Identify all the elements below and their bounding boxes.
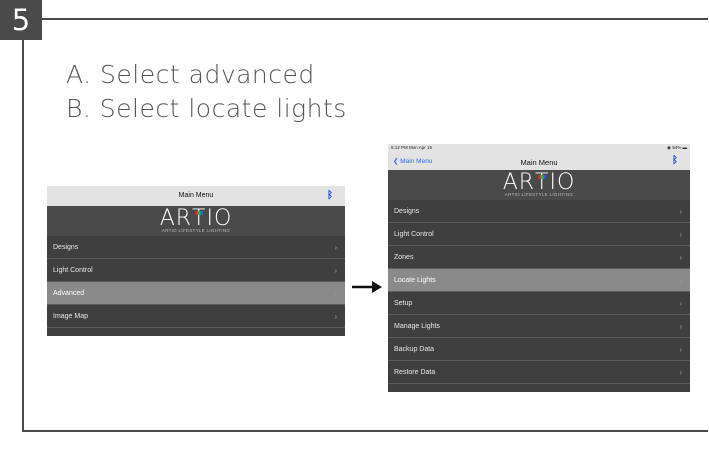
menu-item[interactable]: Zones › xyxy=(388,246,690,269)
artio-logo: ARTIO ARTIO LIFESTYLE LIGHTING xyxy=(388,170,690,200)
nav-bar: Main Menu ᛒ xyxy=(47,186,345,206)
menu-item-label: Designs xyxy=(53,244,79,251)
chevron-right-icon: › xyxy=(679,322,682,331)
menu-item[interactable]: Advanced › xyxy=(47,282,345,305)
bluetooth-icon[interactable]: ᛒ xyxy=(672,155,678,166)
right-screenshot: 5:12 PM Mon Apr 15 ◉ 94% ▬ ❮ Main Menu M… xyxy=(388,144,690,392)
menu-item-label: Zones xyxy=(394,254,414,261)
chevron-right-icon: › xyxy=(679,299,682,308)
menu-item-label: Image Map xyxy=(53,313,89,320)
chevron-right-icon: › xyxy=(334,266,337,275)
instruction-b: B. Select locate lights xyxy=(66,94,347,123)
menu-item[interactable]: Designs › xyxy=(388,200,690,223)
menu-item-label: Designs xyxy=(394,208,420,215)
menu-item-label: Light Control xyxy=(53,267,93,274)
menu-item[interactable]: Setup › xyxy=(388,292,690,315)
chevron-right-icon: › xyxy=(679,253,682,262)
left-screenshot: Main Menu ᛒ ARTIO ARTIO LIFESTYLE LIGHTI… xyxy=(47,186,345,336)
step-number-badge: 5 xyxy=(0,0,42,40)
menu-item[interactable]: Light Control › xyxy=(47,259,345,282)
menu-item[interactable]: Image Map › xyxy=(47,305,345,328)
chevron-right-icon: › xyxy=(334,289,337,298)
instruction-a: A. Select advanced xyxy=(66,60,315,89)
menu-item-label: Locate Lights xyxy=(394,277,436,284)
menu-item-label: Advanced xyxy=(53,290,85,297)
chevron-right-icon: › xyxy=(334,312,337,321)
chevron-right-icon: › xyxy=(679,207,682,216)
menu-item-label: Setup xyxy=(394,300,413,307)
menu-item-label: Manage Lights xyxy=(394,323,440,330)
menu-item[interactable]: Manage Lights › xyxy=(388,315,690,338)
chevron-right-icon: › xyxy=(679,368,682,377)
menu-item-label: Backup Data xyxy=(394,346,435,353)
nav-bar: ❮ Main Menu Main Menu ᛒ xyxy=(388,153,690,170)
status-time: 5:12 PM Mon Apr 15 xyxy=(391,145,433,150)
chevron-right-icon: › xyxy=(679,276,682,285)
chevron-right-icon: › xyxy=(334,243,337,252)
menu-item[interactable]: Light Control › xyxy=(388,223,690,246)
status-bar: 5:12 PM Mon Apr 15 ◉ 94% ▬ xyxy=(388,144,690,153)
menu-item[interactable]: Designs › xyxy=(47,236,345,259)
artio-logo: ARTIO ARTIO LIFESTYLE LIGHTING xyxy=(47,206,345,236)
status-battery: ◉ 94% ▬ xyxy=(667,145,687,150)
menu-item-label: Restore Data xyxy=(394,369,436,376)
menu-item-label: Light Control xyxy=(394,231,434,238)
chevron-right-icon: › xyxy=(679,345,682,354)
nav-title: Main Menu xyxy=(178,192,214,199)
menu-item[interactable]: Restore Data › xyxy=(388,361,690,384)
menu-item[interactable]: Backup Data › xyxy=(388,338,690,361)
nav-title: Main Menu xyxy=(520,158,558,167)
bluetooth-icon[interactable]: ᛒ xyxy=(327,190,333,201)
menu-item[interactable]: Locate Lights › xyxy=(388,269,690,292)
chevron-right-icon: › xyxy=(679,230,682,239)
arrow-right-icon xyxy=(352,281,382,293)
